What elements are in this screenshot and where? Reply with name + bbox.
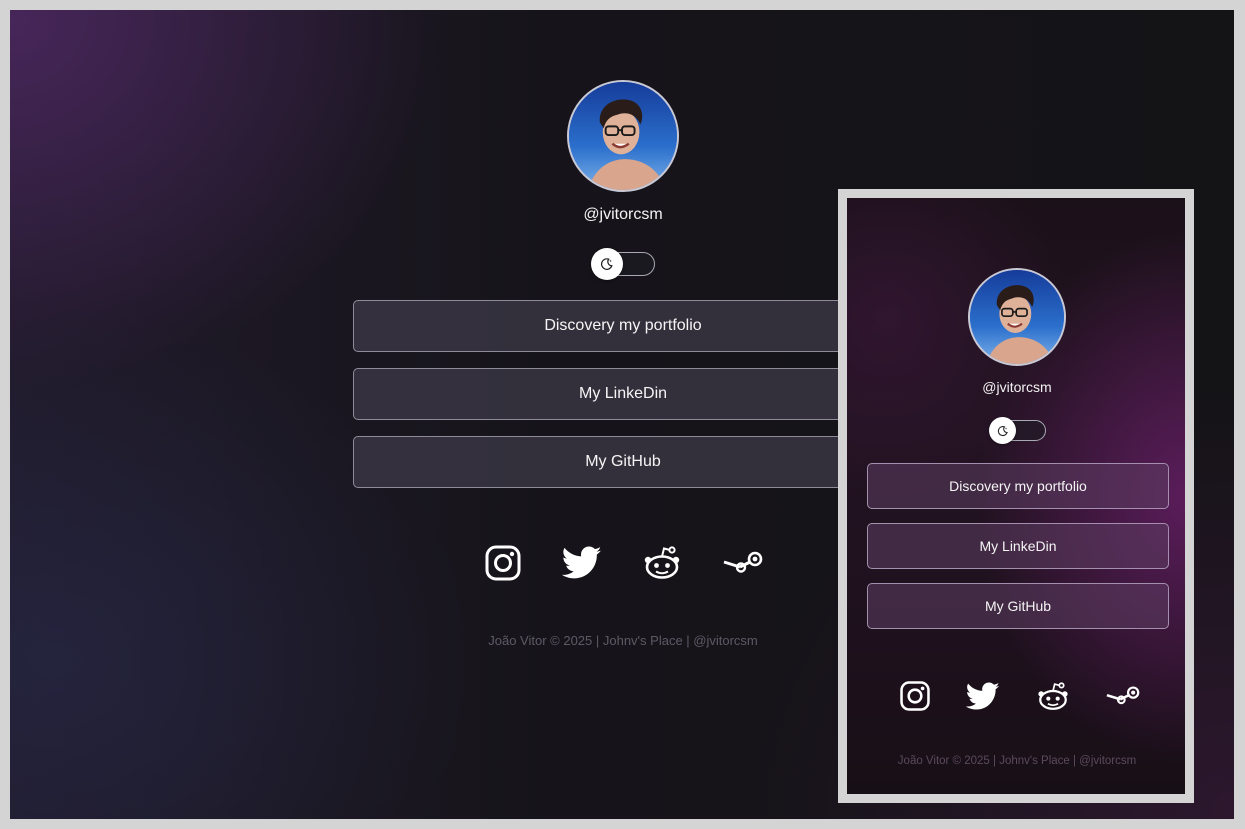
mobile-linkedin-button[interactable]: My LinkeDin — [867, 523, 1169, 569]
portfolio-button-label: Discovery my portfolio — [544, 317, 702, 334]
moon-icon — [997, 425, 1008, 436]
linkedin-button-label: My LinkeDin — [578, 385, 668, 402]
screenshot-frame: @jvitorcsm Discovery my portfolio My Lin… — [0, 0, 1245, 829]
avatar — [567, 80, 679, 192]
mobile-theme-toggle[interactable] — [989, 417, 1046, 444]
linkedin-button[interactable]: My LinkeDin — [353, 368, 893, 420]
mobile-preview-frame: @jvitorcsm Discovery my portfolio My Lin… — [838, 189, 1194, 803]
mobile-toggle-knob[interactable] — [989, 417, 1016, 444]
mobile-view: @jvitorcsm Discovery my portfolio My Lin… — [847, 198, 1185, 794]
theme-toggle[interactable] — [591, 248, 655, 280]
mobile-reddit-link[interactable] — [1036, 681, 1070, 712]
mobile-steam-link[interactable] — [1105, 685, 1141, 707]
steam-link[interactable] — [722, 550, 764, 576]
footer-text: João Vitor © 2025 | Johnv's Place | @jvi… — [488, 633, 758, 648]
social-links — [484, 542, 764, 584]
instagram-link[interactable] — [484, 544, 522, 582]
mobile-instagram-link[interactable] — [899, 680, 931, 712]
github-button-label: My GitHub — [585, 453, 661, 470]
mobile-avatar — [968, 268, 1066, 366]
portfolio-button[interactable]: Discovery my portfolio — [353, 300, 893, 352]
mobile-social-links — [899, 678, 1141, 714]
reddit-icon — [644, 546, 680, 579]
mobile-twitter-link[interactable] — [966, 681, 1000, 711]
twitter-icon — [562, 546, 602, 579]
mobile-linkedin-button-label: My LinkeDin — [979, 538, 1057, 554]
moon-icon — [601, 258, 613, 270]
avatar-photo — [569, 82, 677, 190]
mobile-github-button[interactable]: My GitHub — [867, 583, 1169, 629]
mobile-portfolio-button[interactable]: Discovery my portfolio — [867, 463, 1169, 509]
toggle-knob[interactable] — [591, 248, 623, 280]
instagram-icon — [900, 681, 930, 711]
reddit-link[interactable] — [642, 545, 682, 581]
mobile-github-button-label: My GitHub — [984, 598, 1052, 614]
reddit-icon — [1038, 681, 1068, 710]
mobile-portfolio-button-label: Discovery my portfolio — [949, 478, 1087, 494]
avatar-photo — [970, 270, 1064, 364]
github-button[interactable]: My GitHub — [353, 436, 893, 488]
mobile-footer-text: João Vitor © 2025 | Johnv's Place | @jvi… — [897, 755, 1137, 767]
twitter-icon — [966, 681, 1000, 710]
profile-handle: @jvitorcsm — [583, 206, 663, 223]
twitter-link[interactable] — [562, 546, 602, 580]
steam-icon — [723, 551, 763, 573]
instagram-icon — [485, 545, 521, 581]
steam-icon — [1106, 686, 1140, 705]
mobile-profile-handle: @jvitorcsm — [982, 379, 1052, 395]
